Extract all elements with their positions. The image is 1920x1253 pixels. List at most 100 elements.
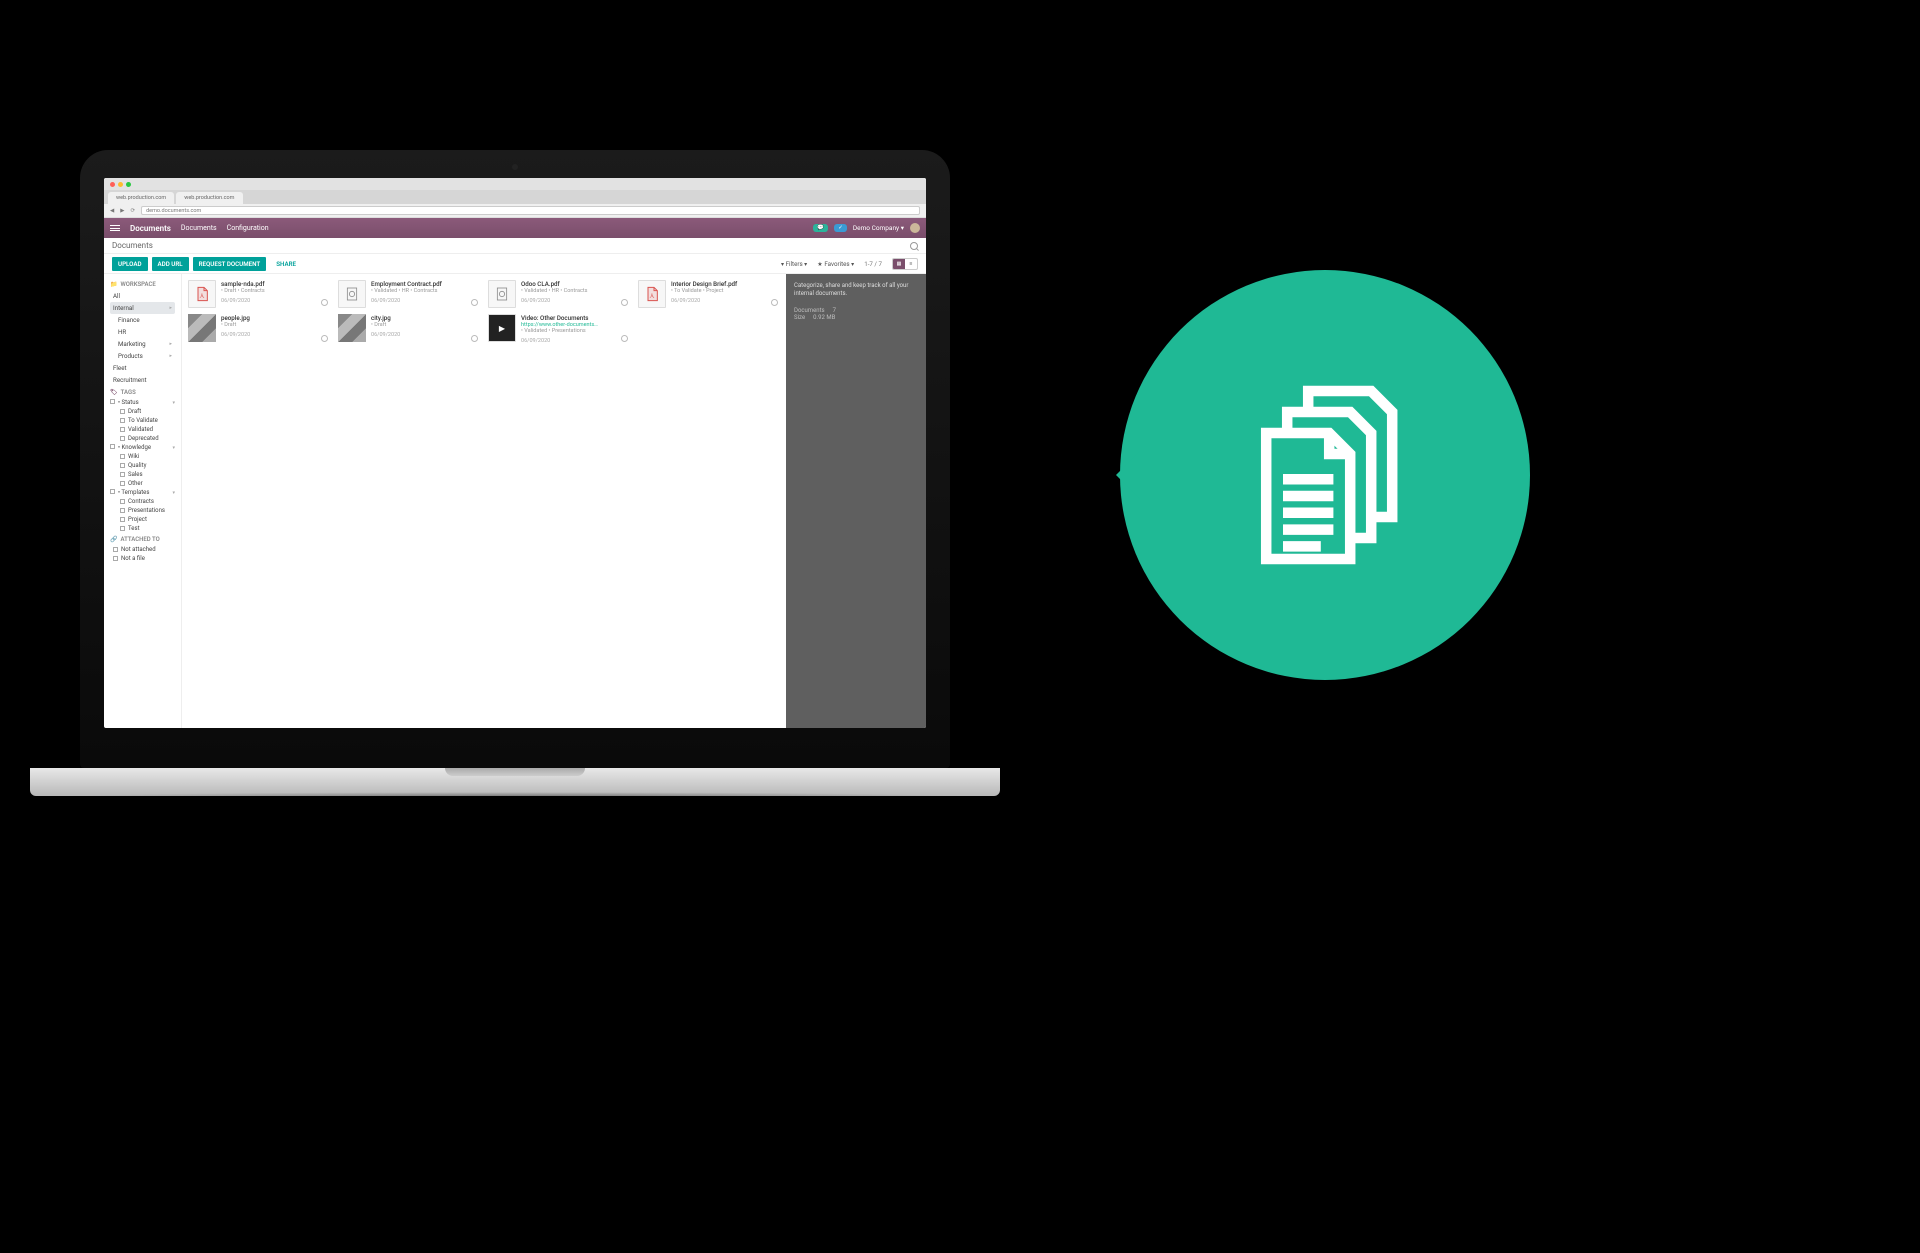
tag-item[interactable]: Test [110, 524, 175, 533]
select-ring[interactable] [771, 299, 778, 306]
os-menubar [104, 178, 926, 190]
workspace-header: 📁WORKSPACE [110, 281, 175, 288]
hamburger-icon[interactable] [110, 225, 120, 230]
workspace-item[interactable]: Internal▸ [110, 302, 175, 314]
doc-date: 06/09/2020 [521, 298, 630, 304]
activity-icon[interactable]: ✓ [834, 224, 847, 232]
share-button[interactable]: SHARE [270, 257, 302, 271]
nav-reload-icon[interactable]: ⟳ [130, 208, 135, 214]
tag-item[interactable]: Validated [110, 425, 175, 434]
info-size-value: 0.92 MB [813, 314, 835, 321]
action-bar: UPLOAD ADD URL REQUEST DOCUMENT SHARE ▾ … [104, 254, 926, 274]
tag-item[interactable]: Contracts [110, 497, 175, 506]
breadcrumb-bar: Documents [104, 238, 926, 254]
nav-fwd-icon[interactable]: ▶ [120, 208, 124, 214]
view-kanban-icon[interactable]: ▦ [893, 259, 905, 269]
browser-toolbar: ◀ ▶ ⟳ demo.documents.com [104, 204, 926, 218]
document-card[interactable]: 人 Interior Design Brief.pdf• To Validate … [638, 280, 780, 308]
chat-icon[interactable]: 💬 [813, 224, 828, 232]
app-topbar: Documents Documents Configuration 💬 ✓ De… [104, 218, 926, 238]
tag-item[interactable]: Project [110, 515, 175, 524]
filters-dropdown[interactable]: ▾ Filters ▾ [781, 260, 807, 268]
doc-path: • Validated • HR • Contracts [521, 288, 630, 294]
select-ring[interactable] [321, 299, 328, 306]
tag-item[interactable]: Presentations [110, 506, 175, 515]
request-document-button[interactable]: REQUEST DOCUMENT [193, 257, 267, 271]
traffic-light-close[interactable] [110, 182, 115, 187]
select-ring[interactable] [471, 335, 478, 342]
select-ring[interactable] [471, 299, 478, 306]
document-card[interactable]: Odoo CLA.pdf• Validated • HR • Contracts… [488, 280, 630, 308]
document-card[interactable]: people.jpg• Draft06/09/2020 [188, 314, 330, 344]
tag-item[interactable]: Deprecated [110, 434, 175, 443]
nav-configuration[interactable]: Configuration [227, 224, 269, 232]
image-thumb [188, 314, 216, 342]
document-card[interactable]: city.jpg• Draft06/09/2020 [338, 314, 480, 344]
workspace-item[interactable]: Recruitment [110, 374, 175, 386]
doc-name: people.jpg [221, 314, 330, 322]
doc-date: 06/09/2020 [221, 298, 330, 304]
pdf-icon: 人 [638, 280, 666, 308]
doc-name: sample-nda.pdf [221, 280, 330, 288]
tag-group[interactable]: • Status▾ [110, 398, 175, 407]
doc-name: Odoo CLA.pdf [521, 280, 630, 288]
info-tagline: Categorize, share and keep track of all … [794, 282, 918, 299]
traffic-light-min[interactable] [118, 182, 123, 187]
doc-icon [488, 280, 516, 308]
workspace-item[interactable]: Fleet [110, 362, 175, 374]
doc-path: • Draft • Contracts [221, 288, 330, 294]
tag-item[interactable]: To Validate [110, 416, 175, 425]
app-body: 📁WORKSPACE AllInternal▸FinanceHRMarketin… [104, 274, 926, 728]
tag-item[interactable]: Quality [110, 461, 175, 470]
company-switcher[interactable]: Demo Company ▾ [853, 224, 904, 232]
view-switcher: ▦ ≡ [892, 258, 918, 270]
nav-back-icon[interactable]: ◀ [110, 208, 114, 214]
select-ring[interactable] [621, 299, 628, 306]
doc-name: city.jpg [371, 314, 480, 322]
doc-path: • To Validate • Project [671, 288, 780, 294]
workspace-item[interactable]: HR [110, 326, 175, 338]
image-thumb [338, 314, 366, 342]
browser-tab-2[interactable]: web.production.com [176, 192, 242, 204]
traffic-light-max[interactable] [126, 182, 131, 187]
tag-group[interactable]: • Knowledge▾ [110, 443, 175, 452]
video-thumb: ▶ [488, 314, 516, 342]
screen-bezel: web.production.com web.production.com ◀ … [80, 150, 950, 768]
nav-documents[interactable]: Documents [181, 224, 217, 232]
laptop-base [30, 768, 1000, 796]
doc-date: 06/09/2020 [521, 338, 630, 344]
doc-path: • Draft [221, 322, 330, 328]
tag-item[interactable]: Draft [110, 407, 175, 416]
tag-item[interactable]: Other [110, 479, 175, 488]
document-card[interactable]: 人sample-nda.pdf• Draft • Contracts06/09/… [188, 280, 330, 308]
workspace-item[interactable]: All [110, 290, 175, 302]
workspace-item[interactable]: Finance [110, 314, 175, 326]
select-ring[interactable] [321, 335, 328, 342]
breadcrumb: Documents [112, 241, 153, 250]
upload-button[interactable]: UPLOAD [112, 257, 148, 271]
browser-tab-1[interactable]: web.production.com [108, 192, 174, 204]
doc-icon [338, 280, 366, 308]
view-list-icon[interactable]: ≡ [905, 259, 917, 269]
doc-name: Interior Design Brief.pdf [671, 280, 780, 288]
sidebar: 📁WORKSPACE AllInternal▸FinanceHRMarketin… [104, 274, 182, 728]
attached-item[interactable]: Not a file [110, 554, 175, 563]
add-url-button[interactable]: ADD URL [152, 257, 189, 271]
laptop-mockup: web.production.com web.production.com ◀ … [80, 150, 950, 796]
attached-item[interactable]: Not attached [110, 545, 175, 554]
favorites-dropdown[interactable]: ★ Favorites ▾ [817, 260, 854, 268]
attached-header: 🔗ATTACHED TO [110, 536, 175, 543]
tag-item[interactable]: Sales [110, 470, 175, 479]
select-ring[interactable] [621, 335, 628, 342]
workspace-item[interactable]: Products▸ [110, 350, 175, 362]
search-icon[interactable] [910, 242, 918, 250]
app-nav: Documents Configuration [181, 224, 269, 232]
workspace-item[interactable]: Marketing▸ [110, 338, 175, 350]
tag-group[interactable]: • Templates▾ [110, 488, 175, 497]
tags-header: 🏷TAGS [110, 389, 175, 396]
url-field[interactable]: demo.documents.com [141, 206, 920, 215]
document-card[interactable]: Employment Contract.pdf• Validated • HR … [338, 280, 480, 308]
user-avatar[interactable] [910, 223, 920, 233]
tag-item[interactable]: Wiki [110, 452, 175, 461]
document-card[interactable]: ▶Video: Other Documentshttps://www.other… [488, 314, 630, 344]
